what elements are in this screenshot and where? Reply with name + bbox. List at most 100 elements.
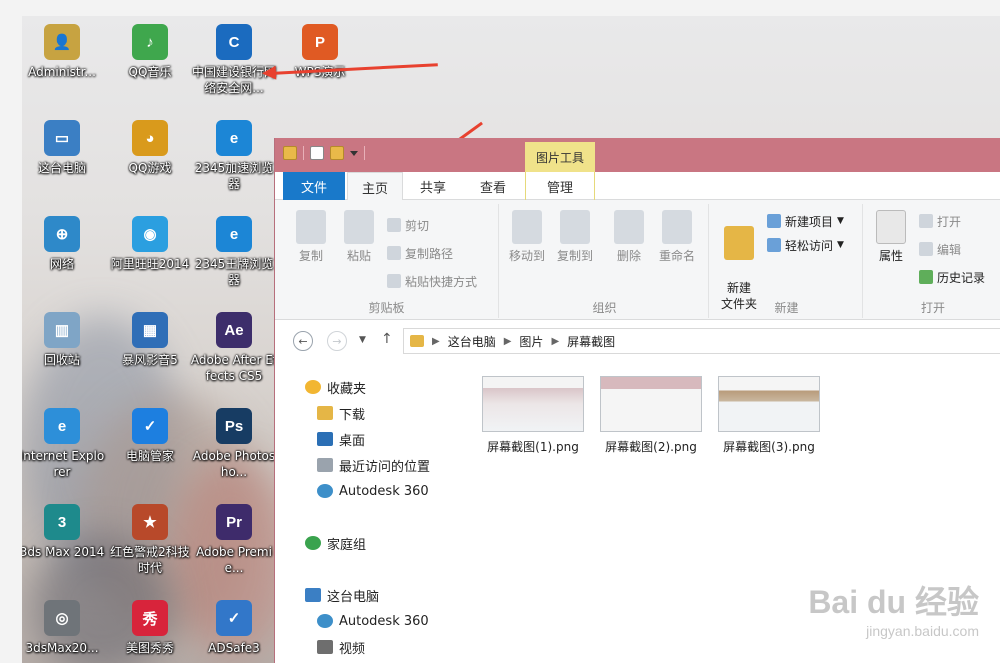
breadcrumb-screenshots[interactable]: 屏幕截图: [567, 333, 615, 350]
desktop-icon-item[interactable]: PWPS演示: [276, 18, 364, 108]
properties-icon[interactable]: [310, 146, 324, 160]
address-bar[interactable]: ▶ 这台电脑 ▶ 图片 ▶ 屏幕截图: [403, 328, 1000, 354]
desktop-icon-item[interactable]: ▦ 暴风影音5: [106, 306, 194, 396]
ribbon-group-new: 新建 文件夹 新建项目 ▼ 轻松访问 ▼ 新建: [711, 204, 863, 318]
delete-button[interactable]: 删除: [607, 210, 651, 264]
breadcrumb-this-pc[interactable]: 这台电脑: [448, 333, 496, 350]
toolbar-separator: [364, 146, 365, 160]
nav-item-videos[interactable]: 视频: [317, 636, 365, 658]
app-icon: ▦: [132, 312, 168, 348]
back-button[interactable]: ←: [293, 331, 313, 351]
cut-button[interactable]: 剪切: [387, 216, 429, 234]
app-icon: Ae: [216, 312, 252, 348]
desktop-icon-item[interactable]: 👤 Administr...: [22, 18, 106, 108]
copy-button[interactable]: 复制: [289, 210, 333, 264]
desktop-icon-item[interactable]: Pr Adobe Premie...: [190, 498, 278, 588]
desktop-icon-item[interactable]: Ae Adobe After Effects CS5: [190, 306, 278, 396]
tab-file[interactable]: 文件: [283, 172, 345, 200]
new-folder-button[interactable]: 新建 文件夹: [715, 210, 763, 312]
chevron-down-icon: ▼: [837, 240, 844, 250]
copy-to-button[interactable]: 复制到: [553, 210, 597, 264]
nav-item-homegroup[interactable]: 家庭组: [305, 532, 366, 554]
desktop-icon-item[interactable]: ◉ 阿里旺旺2014: [106, 210, 194, 300]
move-to-button[interactable]: 移动到: [505, 210, 549, 264]
desktop-icon-item[interactable]: ♪ QQ音乐: [106, 18, 194, 108]
desktop-icon-item[interactable]: Ps Adobe Photosho...: [190, 402, 278, 492]
desktop-icon-item[interactable]: e 2345加速浏览器: [190, 114, 278, 204]
paste-shortcut-button[interactable]: 粘贴快捷方式: [387, 272, 477, 290]
tab-view[interactable]: 查看: [465, 172, 521, 200]
app-icon: ★: [132, 504, 168, 540]
file-item[interactable]: 屏幕截图(1).png: [481, 376, 585, 455]
up-button[interactable]: ↑: [381, 331, 393, 347]
new-item-button[interactable]: 新建项目 ▼: [767, 212, 844, 230]
easy-access-button[interactable]: 轻松访问 ▼: [767, 236, 844, 254]
folder-icon[interactable]: [283, 146, 297, 160]
breadcrumb-pictures[interactable]: 图片: [519, 333, 543, 350]
ribbon-group-title: 新建: [774, 301, 799, 315]
desktop-icon-item[interactable]: ▭ 这台电脑: [22, 114, 106, 204]
desktop-icon: [317, 432, 333, 446]
properties-button[interactable]: 属性: [869, 210, 913, 264]
copy-path-button[interactable]: 复制路径: [387, 244, 453, 262]
desktop-icon-label: 这台电脑: [37, 161, 86, 175]
app-icon: ▥: [44, 312, 80, 348]
title-bar[interactable]: 图片工具: [275, 138, 1000, 172]
nav-item-downloads[interactable]: 下载: [317, 402, 365, 424]
chevron-down-icon[interactable]: [350, 150, 358, 156]
desktop-icon-label: QQ游戏: [128, 161, 172, 175]
baidu-watermark: Bai du 经验 jingyan.baidu.com: [808, 584, 979, 639]
scissors-icon: [387, 218, 401, 232]
nav-item-favorites[interactable]: 收藏夹: [305, 376, 366, 398]
desktop-icon-item[interactable]: ▥ 回收站: [22, 306, 106, 396]
nav-item-autodesk-360[interactable]: Autodesk 360: [317, 480, 429, 502]
desktop-icon-label: 3ds Max 2014: [22, 545, 105, 559]
move-to-icon: [512, 210, 542, 244]
desktop-icon-item[interactable]: ✓ ADSafe3: [190, 594, 278, 663]
desktop-icon-label: 网络: [49, 257, 74, 271]
paste-icon: [344, 210, 374, 244]
desktop-icon-item[interactable]: ⊕ 网络: [22, 210, 106, 300]
desktop-icon-item[interactable]: 3 3ds Max 2014: [22, 498, 106, 588]
recent-locations-dropdown[interactable]: ▼: [359, 335, 366, 345]
tab-manage[interactable]: 管理: [525, 172, 595, 200]
desktop-icon-item[interactable]: ◕ QQ游戏: [106, 114, 194, 204]
nav-item-this-pc[interactable]: 这台电脑: [305, 584, 379, 606]
open-button[interactable]: 打开: [919, 212, 961, 230]
desktop-icon-label: QQ音乐: [128, 65, 172, 79]
desktop-icon-item[interactable]: ✓ 电脑管家: [106, 402, 194, 492]
desktop-icon-label: Adobe After Effects CS5: [190, 353, 278, 383]
desktop-icon-label: Adobe Premie...: [196, 545, 272, 575]
ribbon-group-title: 组织: [592, 301, 617, 315]
app-icon: C: [216, 24, 252, 60]
file-item[interactable]: 屏幕截图(2).png: [599, 376, 703, 455]
nav-item-autodesk-360-pc[interactable]: Autodesk 360: [317, 610, 429, 632]
tab-home[interactable]: 主页: [347, 172, 403, 201]
desktop-icon-item[interactable]: 秀美图秀秀: [106, 594, 194, 663]
app-icon: 秀: [132, 600, 168, 636]
app-icon: e: [216, 120, 252, 156]
nav-item-desktop[interactable]: 桌面: [317, 428, 365, 450]
ribbon-group-title: 打开: [920, 301, 945, 315]
desktop-icon-item[interactable]: ◎ 3dsMax20...: [22, 594, 106, 663]
paste-button[interactable]: 粘贴: [337, 210, 381, 264]
desktop-icon-item[interactable]: e Internet Explorer: [22, 402, 106, 492]
history-button[interactable]: 历史记录: [919, 268, 985, 286]
desktop-icon-label: Adobe Photosho...: [192, 449, 276, 479]
edit-icon: [919, 242, 933, 256]
rename-button[interactable]: 重命名: [655, 210, 699, 264]
forward-button[interactable]: →: [327, 331, 347, 351]
toolbar-separator: [303, 146, 304, 160]
desktop-icon-item[interactable]: e 2345王牌浏览器: [190, 210, 278, 300]
desktop-icon-label: 回收站: [43, 353, 80, 367]
cloud-icon: [317, 484, 333, 498]
chevron-right-icon: ▶: [551, 335, 560, 347]
nav-item-recent[interactable]: 最近访问的位置: [317, 454, 430, 476]
app-icon: P: [302, 24, 338, 60]
new-folder-icon[interactable]: [330, 146, 344, 160]
tab-share[interactable]: 共享: [405, 172, 461, 200]
edit-button[interactable]: 编辑: [919, 240, 961, 258]
file-item[interactable]: 屏幕截图(3).png: [717, 376, 821, 455]
desktop-icon-item[interactable]: C 中国建设银行网络安全网...: [190, 18, 278, 108]
desktop-icon-item[interactable]: ★ 红色警戒2科技时代: [106, 498, 194, 588]
